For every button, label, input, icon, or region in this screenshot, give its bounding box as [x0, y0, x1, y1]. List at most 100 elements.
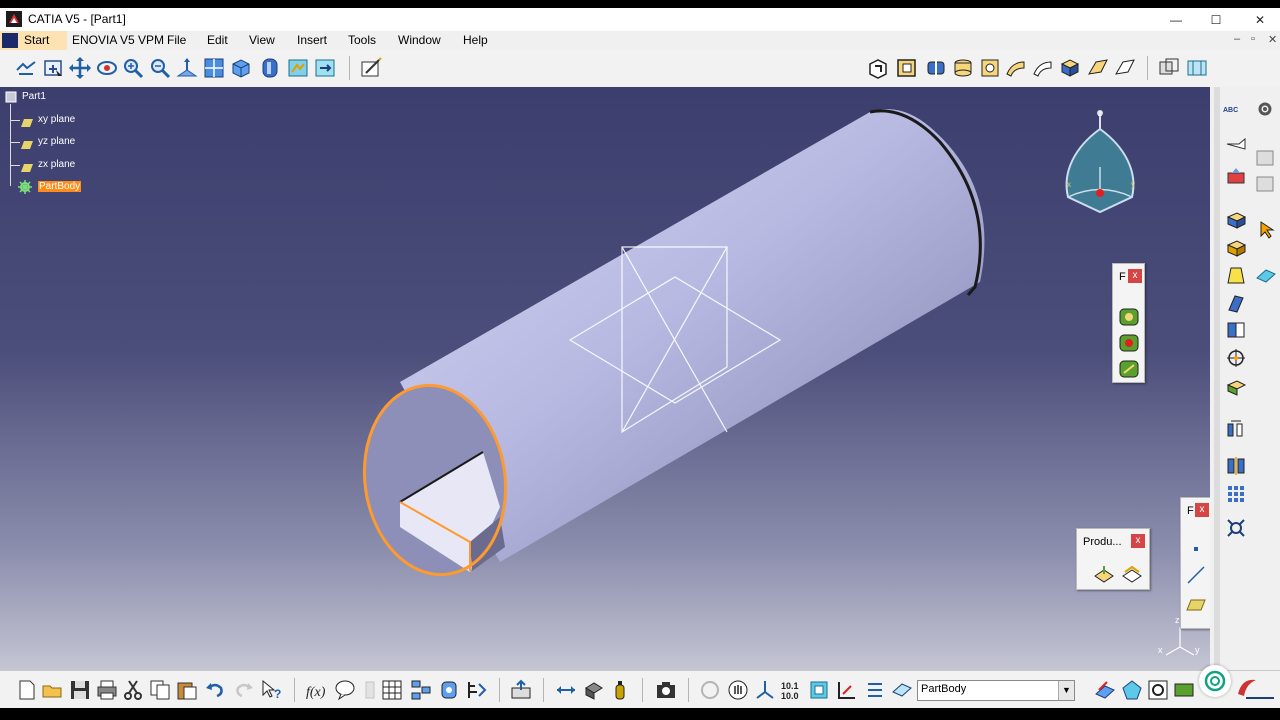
3d-viewport[interactable]: z x y z x y Part1 xy plane yz plane zx p…	[0, 87, 1210, 670]
tube-model[interactable]	[352, 109, 985, 584]
view-tool-2-icon[interactable]	[1255, 175, 1275, 193]
update-icon[interactable]	[509, 678, 533, 702]
mdi-restore-button[interactable]: ▫	[1251, 33, 1255, 45]
iso-view-icon[interactable]	[229, 56, 253, 80]
tree-item-partbody[interactable]: PartBody	[38, 181, 82, 192]
slot-icon[interactable]	[1031, 56, 1055, 80]
fillet-icon[interactable]	[1225, 209, 1247, 231]
measure-inertia-icon[interactable]	[1118, 359, 1140, 379]
menu-help[interactable]: Help	[459, 33, 492, 47]
panel-close-button[interactable]: x	[1131, 534, 1145, 548]
new-icon[interactable]	[15, 678, 39, 702]
redo-icon[interactable]	[232, 678, 256, 702]
select-arrow-icon[interactable]	[1257, 220, 1277, 240]
target-icon[interactable]	[1225, 347, 1247, 369]
copy-icon[interactable]	[148, 678, 172, 702]
apply-material-icon[interactable]	[582, 678, 606, 702]
zoom-out-icon[interactable]	[148, 56, 172, 80]
shaft-icon[interactable]	[924, 56, 948, 80]
tree-item-zx-plane[interactable]: zx plane	[38, 159, 75, 170]
tool-3-icon[interactable]	[1146, 678, 1170, 702]
catalog-icon[interactable]	[409, 678, 433, 702]
menu-view[interactable]: View	[245, 33, 279, 47]
chevron-down-icon[interactable]: ▼	[1058, 681, 1074, 700]
loft-icon[interactable]	[1086, 56, 1110, 80]
menu-insert[interactable]: Insert	[293, 33, 331, 47]
dimension-icon[interactable]	[554, 678, 578, 702]
thread-icon[interactable]	[1225, 375, 1247, 397]
draft-icon[interactable]	[1225, 264, 1247, 286]
measure-icon[interactable]	[437, 678, 461, 702]
rotate-icon[interactable]	[95, 56, 119, 80]
hole-icon[interactable]	[978, 56, 1002, 80]
measure-item-icon[interactable]	[1118, 307, 1140, 327]
fit-all-icon[interactable]	[42, 56, 66, 80]
grid-icon[interactable]	[807, 678, 831, 702]
pan-icon[interactable]	[68, 56, 92, 80]
view-tool-icon[interactable]	[1255, 149, 1275, 167]
point-icon[interactable]	[1194, 547, 1198, 551]
pattern-icon[interactable]	[1225, 483, 1247, 505]
tool-2-icon[interactable]	[1120, 678, 1144, 702]
product-tool-2-icon[interactable]	[1121, 564, 1143, 584]
swap-space-icon[interactable]	[313, 56, 337, 80]
translation-icon[interactable]	[1225, 418, 1247, 440]
menu-enovia[interactable]: ENOVIA V5 VPM	[68, 33, 168, 47]
annotation-icon[interactable]	[1225, 135, 1247, 153]
paste-icon[interactable]	[175, 678, 199, 702]
panel-close-button[interactable]: x	[1195, 503, 1209, 517]
assistant-icon[interactable]	[1199, 665, 1231, 697]
fly-icon[interactable]	[14, 56, 38, 80]
pad-icon[interactable]	[866, 56, 890, 80]
mdi-close-button[interactable]: ✕	[1268, 33, 1277, 46]
constraint-icon[interactable]	[835, 678, 859, 702]
cycle-icon[interactable]	[698, 678, 722, 702]
plane-tool-icon[interactable]	[1185, 598, 1207, 612]
whats-this-icon[interactable]: ?	[260, 678, 284, 702]
chamfer-icon[interactable]	[1225, 237, 1247, 259]
zoom-in-icon[interactable]	[121, 56, 145, 80]
bottle-icon[interactable]	[608, 678, 632, 702]
multi-view-icon[interactable]	[202, 56, 226, 80]
print-icon[interactable]	[95, 678, 119, 702]
rib-icon[interactable]	[1004, 56, 1028, 80]
open-icon[interactable]	[41, 678, 65, 702]
scale-icon[interactable]: 10.1 10.0	[779, 678, 803, 702]
thickness-icon[interactable]	[1225, 319, 1247, 341]
mdi-minimize-button[interactable]: –	[1234, 33, 1240, 45]
snapshot-icon[interactable]	[654, 678, 678, 702]
minimize-button[interactable]: —	[1154, 8, 1198, 31]
tree-root-part1[interactable]: Part1	[22, 91, 46, 102]
hand-icon[interactable]	[726, 678, 750, 702]
menu-tools[interactable]: Tools	[344, 33, 380, 47]
compass-icon[interactable]	[1065, 110, 1135, 214]
rule-icon[interactable]	[358, 678, 382, 702]
current-body-select[interactable]: PartBody ▼	[917, 680, 1075, 701]
shading-icon[interactable]	[258, 56, 282, 80]
tool-4-icon[interactable]	[1172, 678, 1196, 702]
menu-window[interactable]: Window	[394, 33, 445, 47]
cut-icon[interactable]	[121, 678, 145, 702]
table-icon[interactable]	[380, 678, 404, 702]
sketcher-icon[interactable]	[359, 56, 383, 80]
menu-edit[interactable]: Edit	[203, 33, 232, 47]
knowledge-icon[interactable]	[333, 678, 357, 702]
pocket-icon[interactable]	[895, 56, 919, 80]
close-button[interactable]: ✕	[1238, 8, 1280, 31]
capture-icon[interactable]	[1225, 165, 1247, 187]
measure-between-icon[interactable]	[1118, 333, 1140, 353]
boolean-icon[interactable]	[1157, 56, 1181, 80]
menu-file[interactable]: File	[163, 33, 190, 47]
undo-icon[interactable]	[203, 678, 227, 702]
text-abc-icon[interactable]: ABC	[1223, 107, 1247, 127]
start-menu-button[interactable]: Start	[0, 31, 67, 50]
stiffener-icon[interactable]	[1058, 56, 1082, 80]
line-icon[interactable]	[1186, 565, 1206, 585]
mirror-icon[interactable]	[1225, 454, 1247, 476]
save-icon[interactable]	[68, 678, 92, 702]
hide-show-icon[interactable]	[286, 56, 310, 80]
tree-item-xy-plane[interactable]: xy plane	[38, 114, 75, 125]
axis-system-icon[interactable]	[753, 678, 777, 702]
analysis-icon[interactable]	[465, 678, 489, 702]
groove-icon[interactable]	[951, 56, 975, 80]
